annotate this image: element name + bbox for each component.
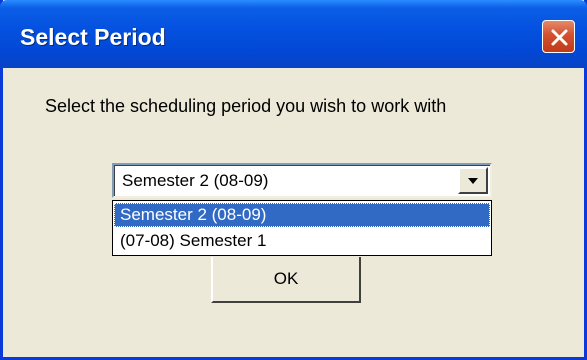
period-dropdown-list: Semester 2 (08-09) (07-08) Semester 1 xyxy=(112,200,492,256)
period-combobox-value: Semester 2 (08-09) xyxy=(122,171,269,190)
select-period-dialog: Select Period Select the scheduling peri… xyxy=(0,0,587,360)
period-option-07-08-semester-1[interactable]: (07-08) Semester 1 xyxy=(114,229,490,253)
dropdown-arrow-button[interactable] xyxy=(458,167,488,194)
close-button[interactable] xyxy=(542,20,575,53)
ok-button-label: OK xyxy=(273,269,299,288)
period-combobox[interactable]: Semester 2 (08-09) xyxy=(112,163,492,198)
prompt-label: Select the scheduling period you wish to… xyxy=(45,96,447,116)
title-bar[interactable]: Select Period xyxy=(0,0,587,68)
window-title: Select Period xyxy=(20,24,166,50)
ok-button[interactable]: OK xyxy=(211,257,361,303)
period-option-semester-2-08-09[interactable]: Semester 2 (08-09) xyxy=(114,203,490,227)
